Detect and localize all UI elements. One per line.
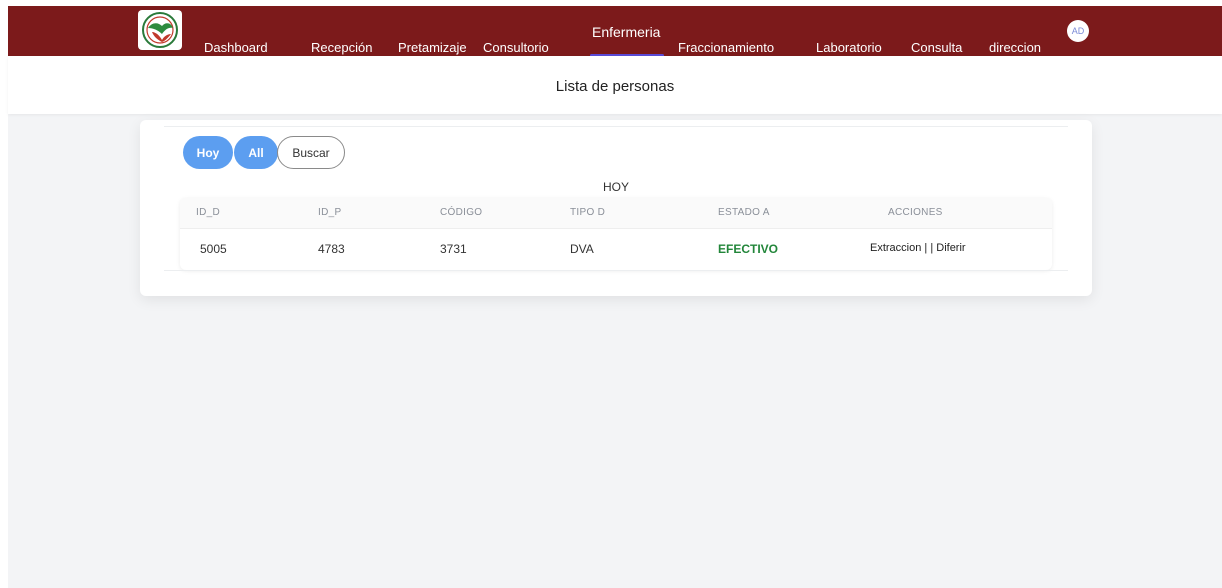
cell-id-p: 4783: [318, 242, 345, 256]
organization-logo[interactable]: [138, 10, 182, 50]
persons-card: Hoy All Buscar HOY ID_D ID_P CÓDIGO TIPO…: [140, 120, 1092, 296]
status-badge: EFECTIVO: [718, 242, 779, 256]
table-row: 5005 4783 3731 DVA EFECTIVO Extraccion |…: [180, 229, 1052, 269]
nav-item-laboratorio[interactable]: Laboratorio: [816, 40, 882, 55]
filter-today-button[interactable]: Hoy: [183, 136, 233, 169]
column-header-codigo[interactable]: CÓDIGO: [440, 207, 482, 218]
nav-item-consultorio[interactable]: Consultorio: [483, 40, 549, 55]
nav-item-enfermeria[interactable]: Enfermeria: [592, 24, 660, 40]
filter-all-button[interactable]: All: [234, 136, 278, 169]
table-title: HOY: [602, 180, 629, 194]
column-header-id-d[interactable]: ID_D: [196, 207, 220, 218]
column-header-tipo-d[interactable]: TIPO D: [570, 207, 605, 218]
nav-item-direccion[interactable]: direccion: [989, 40, 1041, 55]
search-button[interactable]: Buscar: [277, 136, 345, 169]
column-header-estado-a[interactable]: ESTADO A: [718, 207, 770, 218]
logo-icon: [142, 12, 178, 48]
app-window: Dashboard Recepción Pretamizaje Consulto…: [8, 6, 1222, 588]
table-header: ID_D ID_P CÓDIGO TIPO D ESTADO A ACCIONE…: [180, 198, 1052, 229]
nav-item-pretamizaje[interactable]: Pretamizaje: [398, 40, 467, 55]
nav-item-consulta[interactable]: Consulta: [911, 40, 962, 55]
page-title: Lista de personas: [555, 78, 675, 95]
persons-table: ID_D ID_P CÓDIGO TIPO D ESTADO A ACCIONE…: [180, 198, 1052, 270]
card-divider-top: [164, 126, 1068, 127]
row-actions: Extraccion | | Diferir: [870, 242, 966, 254]
nav-item-dashboard[interactable]: Dashboard: [204, 40, 268, 55]
cell-tipo-d: DVA: [570, 242, 594, 256]
cell-id-d: 5005: [200, 242, 227, 256]
extract-action-link[interactable]: Extraccion: [870, 242, 921, 254]
nav-item-recepcion[interactable]: Recepción: [311, 40, 372, 55]
column-header-acciones[interactable]: ACCIONES: [888, 207, 943, 218]
user-avatar[interactable]: AD: [1067, 20, 1089, 42]
column-header-id-p[interactable]: ID_P: [318, 207, 341, 218]
action-separator: | |: [921, 242, 937, 254]
page-header: Lista de personas: [8, 56, 1222, 114]
defer-action-link[interactable]: Diferir: [936, 242, 965, 254]
card-divider-bottom: [164, 270, 1068, 271]
cell-codigo: 3731: [440, 242, 467, 256]
nav-item-fraccionamiento[interactable]: Fraccionamiento: [678, 40, 774, 55]
top-navbar: Dashboard Recepción Pretamizaje Consulto…: [8, 6, 1222, 57]
